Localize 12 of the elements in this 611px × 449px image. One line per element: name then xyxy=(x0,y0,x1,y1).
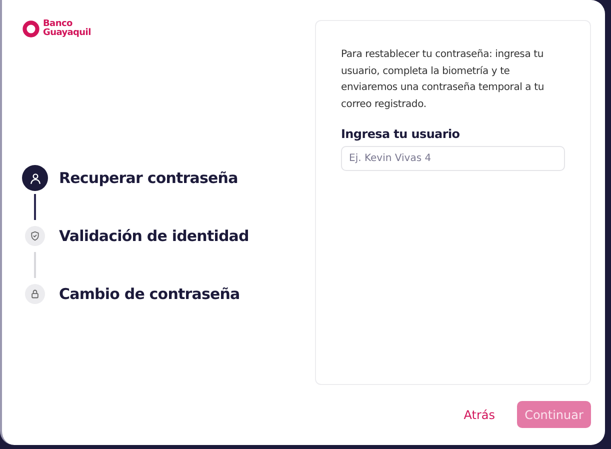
lock-icon xyxy=(30,289,40,299)
step-label: Validación de identidad xyxy=(59,227,249,245)
back-link[interactable]: Atrás xyxy=(464,408,495,422)
step-label: Recuperar contraseña xyxy=(59,169,238,187)
username-input[interactable]: Ej. Kevin Vivas 4 xyxy=(341,146,565,171)
logo-icon xyxy=(22,20,40,38)
step-label: Cambio de contraseña xyxy=(59,285,240,303)
user-icon xyxy=(28,172,42,184)
instructions-text: Para restablecer tu contraseña: ingresa tu usuario, completa la biometría y te enviaremos una contraseña temporal a tu correo registrado. xyxy=(341,48,545,112)
shield-icon xyxy=(30,231,40,241)
brand-logo-text: Banco Guayaquil xyxy=(43,20,91,38)
field-label: Ingresa tu usuario xyxy=(341,127,461,141)
